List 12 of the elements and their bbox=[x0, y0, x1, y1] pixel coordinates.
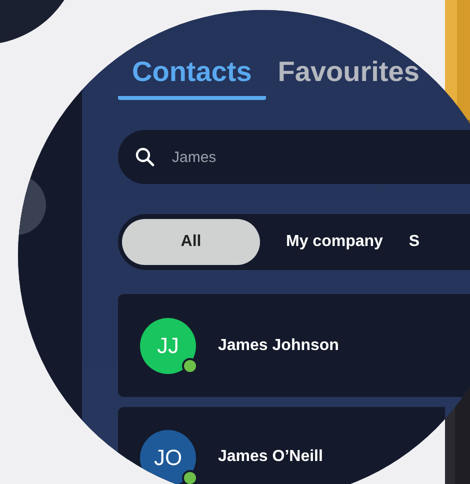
contact-name: James O’Neill bbox=[218, 448, 323, 466]
contact-row[interactable]: JO James O’Neill bbox=[118, 407, 445, 484]
contact-name: James Johnson bbox=[218, 336, 339, 354]
filter-tab[interactable]: All bbox=[122, 219, 260, 265]
search-field[interactable]: James bbox=[118, 130, 470, 184]
filter-tab[interactable]: S bbox=[408, 219, 420, 265]
filter-tab[interactable]: My company bbox=[286, 219, 383, 265]
avatar-initials: JJ bbox=[157, 332, 179, 358]
tab[interactable]: Contacts bbox=[118, 56, 266, 100]
tab[interactable]: Favourites bbox=[270, 56, 428, 100]
contact-row[interactable]: JJ James Johnson bbox=[118, 294, 470, 397]
avatar-initials: JO bbox=[154, 445, 182, 471]
